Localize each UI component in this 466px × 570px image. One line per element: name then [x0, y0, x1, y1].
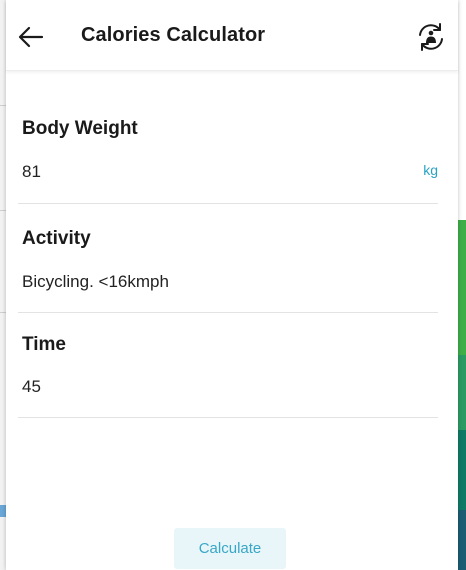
body-weight-value[interactable]: 81 [22, 162, 41, 182]
time-value[interactable]: 45 [22, 377, 41, 397]
body-weight-label: Body Weight [22, 118, 138, 139]
refresh-icon [419, 23, 443, 51]
page-title: Calories Calculator [81, 24, 266, 46]
arrow-left-icon [18, 26, 44, 48]
body-weight-unit: kg [423, 162, 438, 178]
activity-label: Activity [22, 228, 91, 249]
back-button[interactable] [14, 22, 48, 52]
time-label: Time [22, 334, 67, 355]
activity-value[interactable]: Bicycling. <16kmph [22, 272, 169, 292]
time-field[interactable]: Time 45 [18, 326, 438, 418]
background-app-right-edge [458, 0, 466, 570]
calories-calculator-dialog: Calories Calculator Body Weight 81 kg Ac… [6, 0, 458, 570]
header-bar: Calories Calculator [6, 0, 458, 71]
sync-button[interactable] [414, 20, 448, 54]
calculate-button[interactable]: Calculate [174, 528, 286, 569]
activity-field[interactable]: Activity Bicycling. <16kmph [18, 220, 438, 313]
body-weight-field[interactable]: Body Weight 81 kg [18, 110, 438, 204]
